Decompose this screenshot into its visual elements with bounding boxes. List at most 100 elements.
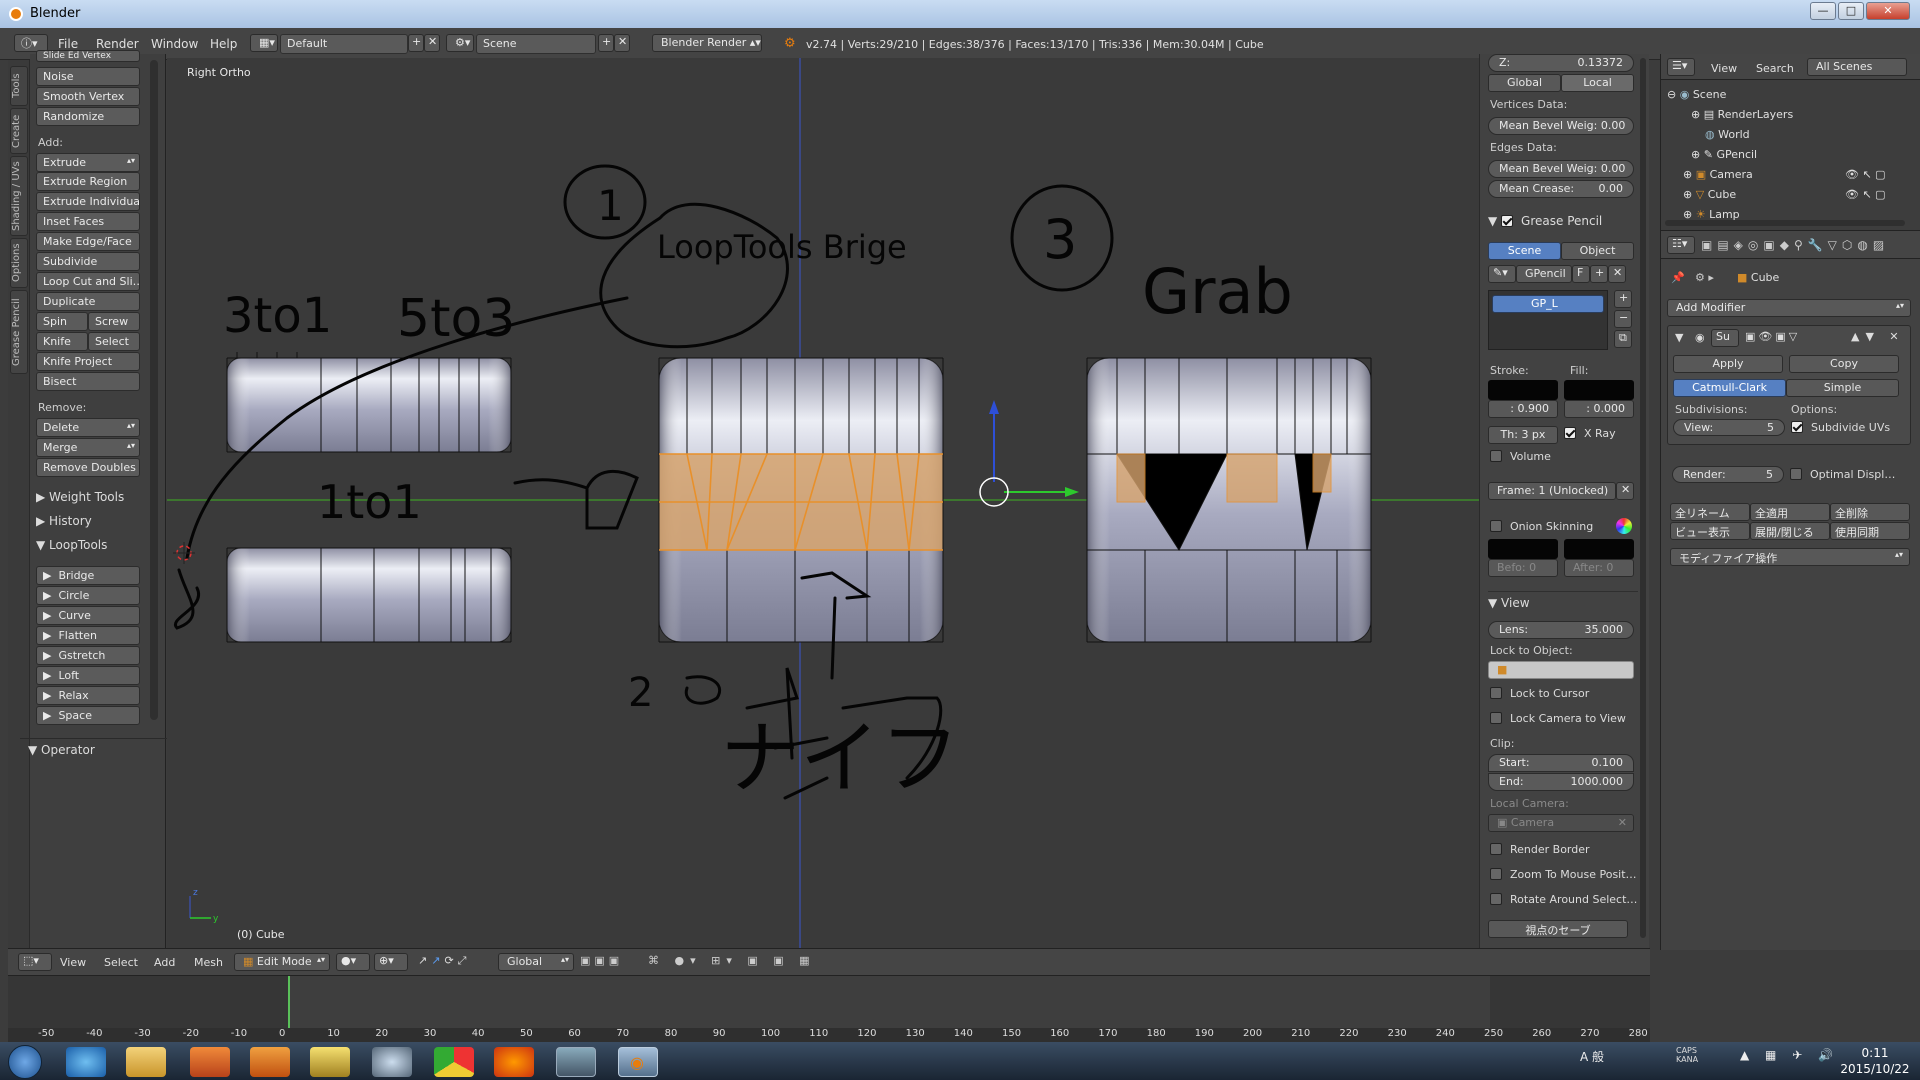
stroke-color-swatch[interactable] <box>1488 380 1558 400</box>
outliner-editor-icon[interactable]: ☰▾ <box>1667 58 1695 76</box>
gp-layer-remove-icon[interactable]: − <box>1614 310 1632 328</box>
outliner-search-menu[interactable]: Search <box>1756 62 1794 75</box>
clock-date[interactable]: 2015/10/22 <box>1840 1062 1910 1076</box>
spin-button[interactable]: Spin <box>36 312 88 331</box>
lock-to-cursor-toggle[interactable]: Lock to Cursor <box>1490 687 1589 700</box>
shading-select-icon[interactable]: ●▾ <box>336 953 370 971</box>
modifier-move-icons[interactable]: ▲▼ ✕ <box>1851 330 1905 343</box>
gpencil-browse-icon[interactable]: ✎▾ <box>1488 265 1516 283</box>
outliner-filter-select[interactable]: All Scenes <box>1807 58 1907 76</box>
subdivide-uvs-toggle[interactable]: Subdivide UVs <box>1791 421 1890 434</box>
lock-camera-checkbox[interactable] <box>1490 712 1502 724</box>
view-levels-field[interactable]: View: 5 <box>1673 419 1785 436</box>
fill-opacity-field[interactable]: : 0.000 <box>1564 400 1634 418</box>
thickness-field[interactable]: Th: 3 px <box>1488 426 1558 444</box>
looptools-bridge-button[interactable]: ▶ Bridge <box>36 566 140 585</box>
outliner-item-scene[interactable]: ⊖ ◉ Scene <box>1667 88 1726 101</box>
properties-context-icons[interactable]: ▣▤◈◎▣◆⚲🔧▽⬡◍▨ <box>1701 238 1889 252</box>
make-edge-face-button[interactable]: Make Edge/Face <box>36 232 140 251</box>
looptools-curve-button[interactable]: ▶ Curve <box>36 606 140 625</box>
history-panel[interactable]: ▶ History <box>36 514 92 528</box>
xray-toggle[interactable]: X Ray <box>1564 427 1616 440</box>
internet-explorer-icon[interactable] <box>66 1047 106 1077</box>
onion-color-wheel-icon[interactable] <box>1616 518 1632 534</box>
pivot-select-icon[interactable]: ⊕▾ <box>374 953 408 971</box>
scene-field[interactable]: Scene <box>476 34 596 54</box>
blender-taskbar-icon[interactable]: ◉ <box>618 1047 658 1077</box>
scene-icon[interactable]: ⚙▾ <box>446 34 474 52</box>
catmull-clark-toggle[interactable]: Catmull-Clark <box>1673 379 1786 397</box>
outliner-item-lamp[interactable]: ⊕ ☀ Lamp <box>1683 208 1740 220</box>
fill-color-swatch[interactable] <box>1564 380 1634 400</box>
lock-object-field[interactable]: ■ <box>1488 661 1634 679</box>
looptools-gstretch-button[interactable]: ▶ Gstretch <box>36 646 140 665</box>
looptools-circle-button[interactable]: ▶ Circle <box>36 586 140 605</box>
delete-scene-icon[interactable]: ✕ <box>614 34 630 52</box>
lens-field[interactable]: Lens: 35.000 <box>1488 621 1634 639</box>
onion-checkbox[interactable] <box>1490 520 1502 532</box>
timeline[interactable]: -50 -40 -30 -20 -10 0 10 20 30 40 50 60 70 80 90 100 110… <box>8 976 1650 1042</box>
render-engine-select[interactable]: Blender Render ▴▾ <box>652 34 762 52</box>
duplicate-button[interactable]: Duplicate <box>36 292 140 311</box>
media-player-icon[interactable] <box>250 1047 290 1077</box>
save-view-button[interactable]: 視点のセーブ <box>1488 920 1628 938</box>
jp-modifier-ops-select[interactable]: モディファイア操作 ▴▾ <box>1670 548 1910 566</box>
extrude-button[interactable]: Extrude ▴▾ <box>36 153 140 172</box>
clip-end-field[interactable]: End: 1000.000 <box>1488 773 1634 791</box>
smooth-vertex-button[interactable]: Smooth Vertex <box>36 87 140 106</box>
tab-tools[interactable]: Tools <box>10 66 28 106</box>
modifier-name-field[interactable]: Su <box>1711 329 1739 347</box>
knife-project-button[interactable]: Knife Project <box>36 352 140 371</box>
outliner-hscrollbar[interactable] <box>1665 220 1905 226</box>
outliner-item-cube[interactable]: ⊕ ▽ Cube <box>1683 188 1736 201</box>
menu-file[interactable]: File <box>58 37 78 51</box>
stroke-opacity-field[interactable]: : 0.900 <box>1488 400 1558 418</box>
outliner-item-renderlayers[interactable]: ⊕ ▤ RenderLayers <box>1691 108 1793 121</box>
inset-faces-button[interactable]: Inset Faces <box>36 212 140 231</box>
maximize-button[interactable]: □ <box>1838 2 1864 20</box>
close-button[interactable]: ✕ <box>1866 2 1910 20</box>
onion-after-field[interactable]: After: 0 <box>1564 559 1634 577</box>
gp-layer-item[interactable]: GP_L <box>1492 295 1604 313</box>
start-button-icon[interactable] <box>8 1045 42 1079</box>
gp-object-toggle[interactable]: Object <box>1561 242 1634 260</box>
gpencil-unlink-icon[interactable]: ✕ <box>1608 265 1626 283</box>
file-explorer-icon[interactable] <box>126 1047 166 1077</box>
office-icon[interactable] <box>190 1047 230 1077</box>
jp-sync-button[interactable]: 使用同期 <box>1830 522 1910 540</box>
looptools-space-button[interactable]: ▶ Space <box>36 706 140 725</box>
outliner-item-camera[interactable]: ⊕ ▣ Camera <box>1683 168 1753 181</box>
viewport-mesh-menu[interactable]: Mesh <box>194 956 223 969</box>
tab-grease-pencil[interactable]: Grease Pencil <box>10 290 28 374</box>
frame-field[interactable]: Frame: 1 (Unlocked) <box>1488 482 1616 500</box>
gp-scene-toggle[interactable]: Scene <box>1488 242 1561 260</box>
onion-after-color[interactable] <box>1564 539 1634 559</box>
looptools-relax-button[interactable]: ▶ Relax <box>36 686 140 705</box>
system-tray-icons[interactable]: ▲ ▦ ✈ 🔊 <box>1740 1048 1839 1062</box>
screen-layout-icon[interactable]: ▦▾ <box>250 34 278 52</box>
properties-editor-icon[interactable]: ☷▾ <box>1667 236 1695 254</box>
local-camera-field[interactable]: ▣ Camera ✕ <box>1488 814 1634 832</box>
weight-tools-panel[interactable]: ▶ Weight Tools <box>36 490 124 504</box>
simple-toggle[interactable]: Simple <box>1786 379 1899 397</box>
global-toggle[interactable]: Global <box>1488 74 1561 92</box>
mean-bevel-weight-vertex-field[interactable]: Mean Bevel Weig: 0.00 <box>1488 117 1634 135</box>
menu-help[interactable]: Help <box>210 37 237 51</box>
remove-doubles-button[interactable]: Remove Doubles <box>36 458 140 477</box>
delete-screen-icon[interactable]: ✕ <box>424 34 440 52</box>
onion-before-color[interactable] <box>1488 539 1558 559</box>
cube-visibility-icons[interactable]: 👁 ↖ ▢ <box>1845 188 1886 201</box>
orientation-select[interactable]: Global ▴▾ <box>498 953 574 971</box>
volume-checkbox[interactable] <box>1490 450 1502 462</box>
notes-icon[interactable] <box>310 1047 350 1077</box>
bisect-button[interactable]: Bisect <box>36 372 140 391</box>
screw-button[interactable]: Screw <box>88 312 140 331</box>
outliner-item-world[interactable]: ◍ World <box>1705 128 1750 141</box>
render-border-toggle[interactable]: Render Border <box>1490 843 1590 856</box>
render-levels-field[interactable]: Render: 5 <box>1672 466 1784 483</box>
gpencil-new-icon[interactable]: + <box>1590 265 1608 283</box>
delete-menu[interactable]: Delete ▴▾ <box>36 418 140 437</box>
clock-app-icon[interactable] <box>372 1047 412 1077</box>
current-frame-line[interactable] <box>288 976 290 1028</box>
local-toggle[interactable]: Local <box>1561 74 1634 92</box>
